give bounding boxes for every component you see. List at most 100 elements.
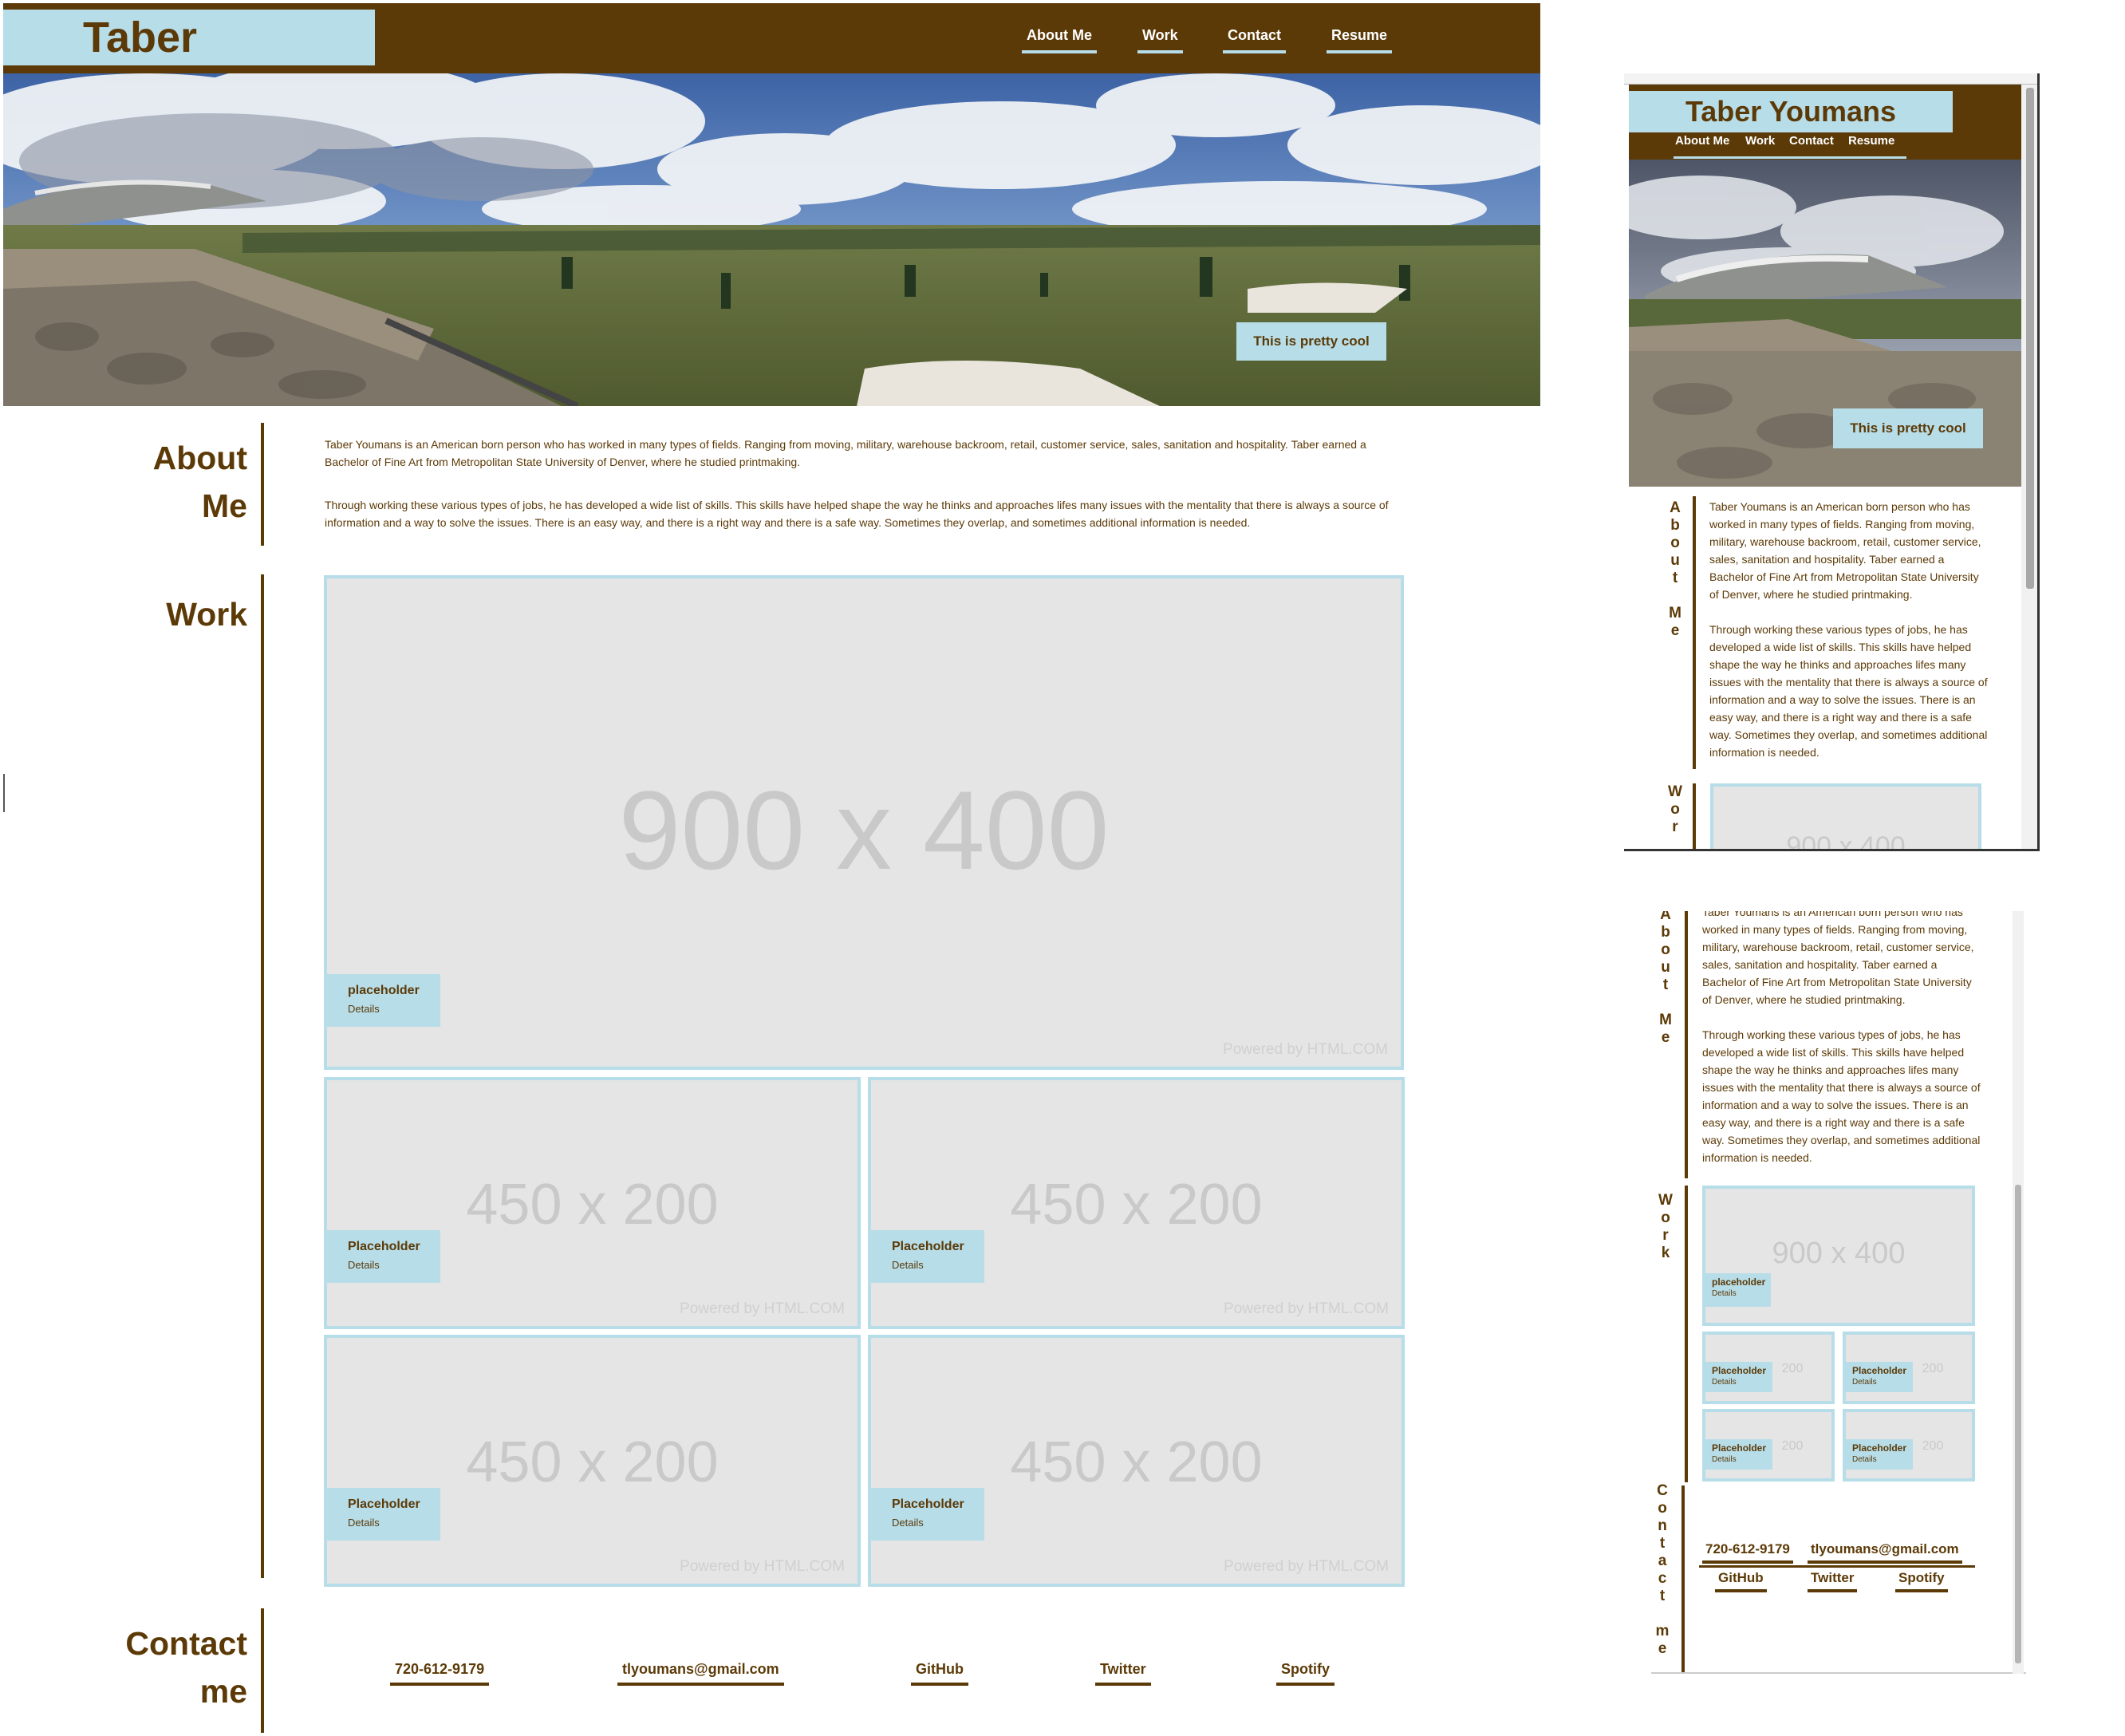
mobile-nav-work[interactable]: Work: [1745, 134, 1775, 148]
powered-by-text: Powered by HTML.COM: [1223, 1041, 1388, 1058]
card-caption[interactable]: placeholder Details: [327, 974, 440, 1027]
mobile2-work-divider: [1685, 1186, 1688, 1482]
placeholder-size-label: 450 x 200: [1010, 1430, 1263, 1494]
card-caption[interactable]: Placeholder Details: [1705, 1439, 1772, 1470]
heading-letter: o: [1670, 535, 1680, 551]
heading-letter: e: [1670, 622, 1680, 639]
contact-twitter-link[interactable]: Twitter: [1095, 1661, 1151, 1686]
mobile-preview-scrolled: A b o u t M e Taber Youmans is an Americ…: [1651, 911, 2026, 1674]
heading-letter: c: [1658, 1570, 1667, 1587]
mobile-contact-twitter-link[interactable]: Twitter: [1808, 1570, 1858, 1592]
heading-letter: t: [1672, 570, 1678, 586]
scrollbar-thumb[interactable]: [2015, 1185, 2021, 1663]
work-card-1[interactable]: 450 x 200 Powered by HTML.COM Placeholde…: [324, 1077, 861, 1329]
nav-about-me[interactable]: About Me: [1022, 24, 1097, 53]
card-caption[interactable]: placeholder Details: [1705, 1273, 1771, 1307]
powered-by-text: Powered by HTML.COM: [680, 1300, 845, 1317]
heading-letter: e: [1658, 1640, 1667, 1657]
heading-letter: b: [1661, 924, 1670, 941]
mobile2-about-divider: [1685, 911, 1688, 1178]
contact-divider: [261, 1608, 264, 1733]
card-details: Details: [892, 1517, 924, 1529]
nav-resume[interactable]: Resume: [1327, 24, 1393, 53]
card-title: Placeholder: [348, 1497, 420, 1511]
mobile2-work-card-3[interactable]: 200 Placeholder Details: [1702, 1409, 1835, 1482]
contact-phone-link[interactable]: 720-612-9179: [390, 1661, 490, 1686]
card-caption[interactable]: Placeholder Details: [871, 1230, 984, 1283]
mobile-work-featured-card[interactable]: 900 x 400: [1710, 783, 1981, 851]
mobile-nav-underline: [1674, 156, 1906, 159]
card-caption[interactable]: Placeholder Details: [1846, 1439, 1913, 1470]
mobile2-work-card-2[interactable]: 200 Placeholder Details: [1843, 1332, 1975, 1404]
contact-email-link[interactable]: tlyoumans@gmail.com: [617, 1661, 784, 1686]
card-title: Placeholder: [892, 1497, 964, 1511]
card-details: Details: [1712, 1455, 1737, 1464]
mobile2-work-card-1[interactable]: 200 Placeholder Details: [1702, 1332, 1835, 1404]
mobile-hero-caption: This is pretty cool: [1833, 408, 1983, 448]
browser-toolbar: [1624, 73, 2037, 85]
nav-work[interactable]: Work: [1137, 24, 1183, 53]
hero-caption: This is pretty cool: [1236, 322, 1386, 361]
placeholder-size-label: 450 x 200: [466, 1430, 719, 1494]
mobile-about-paragraph-2: Through working these various types of j…: [1709, 623, 1988, 759]
heading-letter: r: [1662, 1227, 1669, 1244]
heading-letter: u: [1661, 959, 1670, 976]
card-details: Details: [1712, 1378, 1737, 1387]
heading-letter: r: [1672, 819, 1678, 835]
mobile2-about-paragraph-2: Through working these various types of j…: [1702, 1028, 1981, 1164]
placeholder-size-label: 450 x 200: [466, 1173, 719, 1237]
mobile-nav-resume[interactable]: Resume: [1848, 134, 1894, 148]
mobile-nav-contact[interactable]: Contact: [1789, 134, 1834, 148]
heading-letter: W: [1658, 1192, 1673, 1209]
contact-heading-line1: Contact: [125, 1625, 247, 1662]
heading-letter: o: [1670, 801, 1680, 818]
mobile-work-vertical-heading: W o r: [1667, 783, 1683, 849]
scrollbar-thumb[interactable]: [2026, 88, 2034, 589]
mobile-contact-github-link[interactable]: GitHub: [1715, 1570, 1767, 1592]
heading-letter: o: [1661, 941, 1670, 958]
mobile-contact-phone-link[interactable]: 720-612-9179: [1702, 1541, 1793, 1564]
heading-letter: a: [1658, 1553, 1667, 1569]
card-caption[interactable]: Placeholder Details: [327, 1230, 440, 1283]
work-card-4[interactable]: 450 x 200 Powered by HTML.COM Placeholde…: [868, 1335, 1405, 1587]
heading-letter: W: [1668, 783, 1682, 800]
mobile-nav-about-me[interactable]: About Me: [1675, 134, 1729, 148]
heading-letter: A: [1670, 499, 1681, 516]
heading-letter: C: [1657, 1482, 1668, 1499]
card-caption[interactable]: Placeholder Details: [871, 1488, 984, 1541]
mobile-contact-spotify-link[interactable]: Spotify: [1895, 1570, 1948, 1592]
contact-spotify-link[interactable]: Spotify: [1276, 1661, 1335, 1686]
mobile2-work-featured-card[interactable]: 900 x 400 placeholder Details: [1702, 1186, 1975, 1326]
heading-letter: o: [1658, 1500, 1667, 1517]
mobile2-about-vertical-heading: A b o u t M e: [1658, 911, 1674, 1072]
work-heading-text: Work: [166, 596, 247, 633]
card-caption[interactable]: Placeholder Details: [327, 1488, 440, 1541]
work-card-3[interactable]: 450 x 200 Powered by HTML.COM Placeholde…: [324, 1335, 861, 1587]
powered-by-text: Powered by HTML.COM: [680, 1558, 845, 1575]
mobile2-work-card-4[interactable]: 200 Placeholder Details: [1843, 1409, 1975, 1482]
work-card-2[interactable]: 450 x 200 Powered by HTML.COM Placeholde…: [868, 1077, 1405, 1329]
heading-letter: t: [1659, 1535, 1666, 1552]
mobile-preview-top: Taber Youmans About Me Work Contact Resu…: [1624, 73, 2040, 851]
card-details: Details: [348, 1259, 380, 1271]
mobile-contact-email-link[interactable]: tlyoumans@gmail.com: [1808, 1541, 1962, 1564]
placeholder-size-label: 450 x 200: [1010, 1173, 1263, 1237]
work-heading: Work: [0, 590, 247, 638]
nav-contact[interactable]: Contact: [1223, 24, 1286, 53]
mobile2-about-paragraph-1: Taber Youmans is an American born person…: [1702, 911, 1974, 1006]
placeholder-size-label: 900 x 400: [618, 767, 1110, 893]
contact-github-link[interactable]: GitHub: [911, 1661, 968, 1686]
card-caption[interactable]: Placeholder Details: [1705, 1362, 1772, 1392]
card-details: Details: [1852, 1455, 1877, 1464]
powered-by-text: Powered by HTML.COM: [1224, 1300, 1389, 1317]
work-featured-card[interactable]: 900 x 400 Powered by HTML.COM placeholde…: [324, 575, 1404, 1070]
card-title: Placeholder: [892, 1240, 964, 1253]
heading-letter: n: [1658, 1517, 1667, 1534]
card-caption[interactable]: Placeholder Details: [1846, 1362, 1913, 1392]
mobile-contact-divider-line: [1699, 1565, 1975, 1568]
about-heading-line1: About: [152, 440, 247, 476]
card-details: Details: [1712, 1289, 1737, 1298]
placeholder-size-label: 900 x 400: [1772, 1237, 1906, 1270]
placeholder-size-label: 900 x 400: [1786, 831, 1906, 851]
mobile-about-vertical-heading: A b o u t M e: [1667, 499, 1683, 739]
